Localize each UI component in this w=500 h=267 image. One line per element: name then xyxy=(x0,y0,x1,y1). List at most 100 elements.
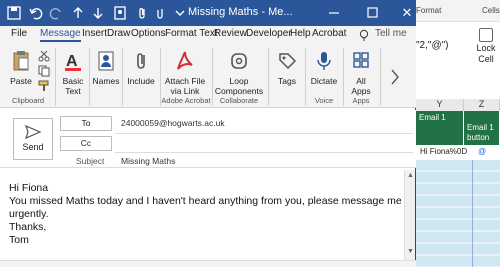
excel-format-label: Format xyxy=(416,6,442,15)
all-apps-label: All Apps xyxy=(351,76,371,96)
menu-bar: File Message Insert Draw Options Format … xyxy=(0,26,416,44)
tab-review[interactable]: Review xyxy=(214,28,247,39)
cc-underline xyxy=(115,152,413,153)
save-icon[interactable] xyxy=(6,5,22,21)
excel-rows-area xyxy=(416,160,500,267)
excel-header-email1-text: Email 1 xyxy=(419,113,446,122)
excel-cell-y[interactable]: Hi Fiona%0D xyxy=(420,147,467,156)
lock-icon xyxy=(479,28,493,42)
outlook-compose-window: Missing Maths - Me... ✕ File Message Ins… xyxy=(0,0,416,267)
loop-components-button[interactable]: Loop Components xyxy=(214,50,264,96)
format-painter-icon[interactable] xyxy=(38,80,50,92)
all-apps-button[interactable]: All Apps xyxy=(346,50,376,96)
ribbon-separator xyxy=(122,48,123,106)
send-label: Send xyxy=(22,142,44,152)
up-arrow-icon[interactable] xyxy=(70,5,86,21)
excel-lock-cell-button[interactable]: Lock Cell xyxy=(472,28,500,65)
excel-header-email1-button-text: Email 1 button xyxy=(467,123,494,142)
down-arrow-icon[interactable] xyxy=(90,5,106,21)
excel-ribbon-strip: Format Cells xyxy=(416,0,500,22)
paperclip-icon[interactable] xyxy=(134,5,150,21)
excel-column-z-header[interactable]: Z xyxy=(464,99,500,111)
attach-file-via-link-button[interactable]: Attach File via Link xyxy=(162,50,208,96)
attach-file-via-link-label: Attach File via Link xyxy=(164,76,206,96)
message-line: urgently. xyxy=(9,208,49,220)
lightbulb-icon xyxy=(359,29,369,41)
basic-text-icon: A xyxy=(65,53,81,71)
tab-file[interactable]: File xyxy=(11,28,27,39)
ribbon-separator xyxy=(268,48,269,106)
ribbon-separator xyxy=(343,48,344,106)
include-paperclip-icon xyxy=(137,53,145,69)
apps-grid-icon xyxy=(353,52,369,68)
tags-button[interactable]: Tags xyxy=(272,50,302,86)
tag-icon xyxy=(279,53,297,70)
message-body[interactable]: Hi Fiona You missed Maths today and I ha… xyxy=(0,170,404,260)
tab-help[interactable]: Help xyxy=(290,28,311,39)
send-icon xyxy=(25,124,42,140)
copy-icon[interactable] xyxy=(38,65,50,77)
tab-message[interactable]: Message xyxy=(40,28,81,42)
to-field[interactable]: 24000059@hogwarts.ac.uk xyxy=(121,118,225,128)
tags-label: Tags xyxy=(278,76,296,86)
paste-label: Paste xyxy=(10,76,32,86)
group-adobe-acrobat-label: Adobe Acrobat xyxy=(161,96,211,105)
send-button[interactable]: Send xyxy=(13,118,53,160)
ribbon: Paste Clipboard A Basic Text Names Inclu… xyxy=(0,44,416,108)
svg-text:A: A xyxy=(66,53,78,70)
excel-cell-z[interactable]: @ xyxy=(478,147,486,156)
names-label: Names xyxy=(92,76,120,86)
ribbon-separator xyxy=(305,48,306,106)
excel-header-cell-email1[interactable]: Email 1 xyxy=(416,111,464,145)
tab-options[interactable]: Options xyxy=(131,28,165,39)
group-collaborate-label: Collaborate xyxy=(219,96,259,105)
tab-developer[interactable]: Developer xyxy=(246,28,292,39)
loop-components-label: Loop Components xyxy=(214,76,264,96)
message-line: Thanks, xyxy=(9,221,47,233)
paste-button[interactable]: Paste xyxy=(6,50,36,86)
tab-insert[interactable]: Insert xyxy=(82,28,107,39)
cc-button[interactable]: Cc xyxy=(60,136,112,151)
customize-toolbar-icon[interactable] xyxy=(172,5,188,21)
subject-field[interactable]: Missing Maths xyxy=(121,156,175,166)
to-button[interactable]: To xyxy=(60,116,112,131)
excel-header-cell-email1-button[interactable]: Email 1 button xyxy=(464,111,500,145)
excel-column-y-header[interactable]: Y xyxy=(416,99,464,111)
paste-icon xyxy=(13,51,29,71)
paperclip-dropdown-icon[interactable] xyxy=(152,5,168,21)
dictate-button[interactable]: Dictate xyxy=(308,50,340,86)
excel-background-window: Format Cells Lock Cell "2,"@") Y Z Email… xyxy=(416,0,500,267)
include-label: Include xyxy=(127,76,155,86)
ribbon-separator xyxy=(89,48,90,106)
excel-cells-label: Cells xyxy=(482,6,500,15)
ribbon-scroll-icon[interactable] xyxy=(386,48,406,106)
undo-icon[interactable] xyxy=(28,5,44,21)
message-line: Tom xyxy=(9,234,29,246)
to-underline xyxy=(115,133,413,134)
tab-draw[interactable]: Draw xyxy=(107,28,130,39)
vertical-scrollbar[interactable]: ▲ ▼ xyxy=(404,170,415,260)
group-clipboard-label: Clipboard xyxy=(11,96,45,105)
microphone-icon xyxy=(317,52,331,70)
scroll-down-icon[interactable]: ▼ xyxy=(407,248,414,255)
maximize-icon[interactable] xyxy=(363,5,381,21)
names-button[interactable]: Names xyxy=(91,50,121,86)
tab-acrobat[interactable]: Acrobat xyxy=(312,28,346,39)
tab-format-text[interactable]: Format Text xyxy=(165,28,218,39)
tell-me-search[interactable]: Tell me xyxy=(375,28,407,39)
address-book-icon[interactable] xyxy=(112,5,128,21)
basic-text-label: Basic Text xyxy=(62,76,84,96)
group-voice-label: Voice xyxy=(314,96,334,105)
message-line: Hi Fiona xyxy=(9,182,49,194)
cut-icon[interactable] xyxy=(38,50,50,62)
ribbon-separator xyxy=(55,48,56,106)
scroll-up-icon[interactable]: ▲ xyxy=(407,172,414,179)
status-strip xyxy=(0,260,416,267)
dictate-label: Dictate xyxy=(310,76,338,86)
redo-icon[interactable] xyxy=(48,5,64,21)
include-button[interactable]: Include xyxy=(124,50,158,86)
basic-text-button[interactable]: A Basic Text xyxy=(58,50,88,96)
names-icon xyxy=(98,51,114,71)
minimize-icon[interactable] xyxy=(325,5,343,21)
close-icon[interactable]: ✕ xyxy=(398,5,416,21)
